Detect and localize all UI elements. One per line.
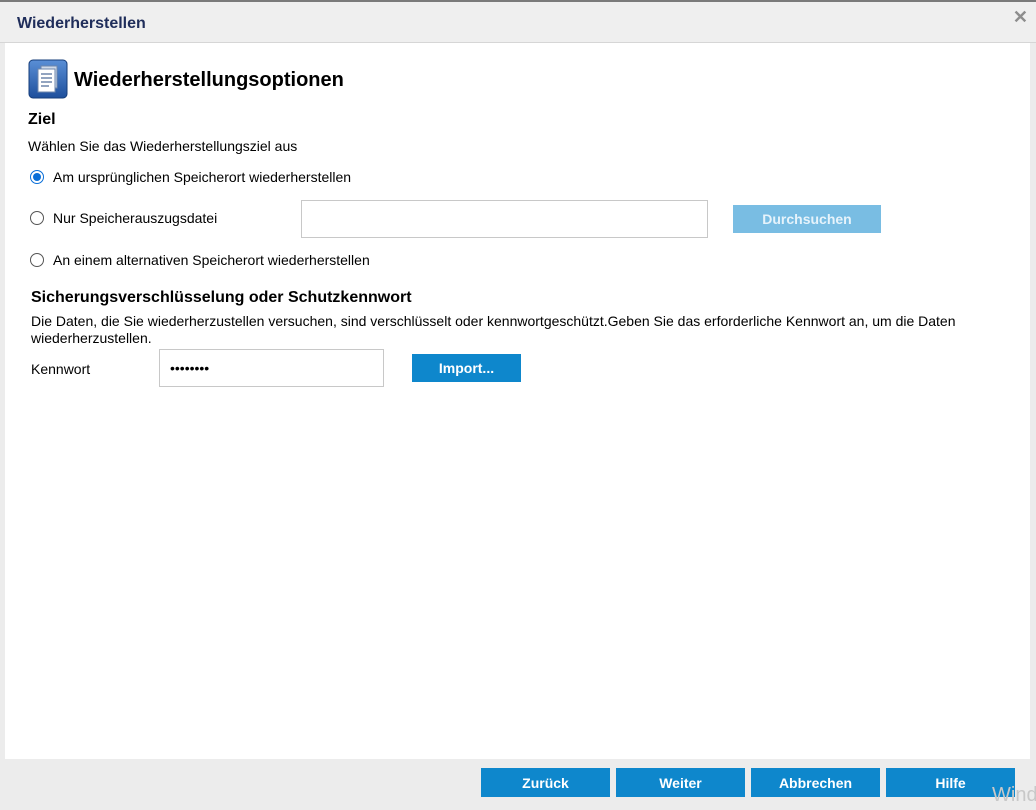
password-field[interactable]: [159, 349, 384, 387]
radio-dump-file-only[interactable]: [30, 211, 44, 225]
next-button[interactable]: Weiter: [616, 768, 745, 797]
radio-alternate-location[interactable]: [30, 253, 44, 267]
password-label: Kennwort: [31, 361, 91, 377]
import-button[interactable]: Import...: [412, 354, 521, 382]
radio-label-alternate-location: An einem alternativen Speicherort wieder…: [53, 252, 370, 268]
page-title: Wiederherstellungsoptionen: [74, 69, 344, 91]
dump-file-path-input[interactable]: [301, 200, 708, 238]
radio-original-location[interactable]: [30, 170, 44, 184]
back-button[interactable]: Zurück: [481, 768, 610, 797]
section-heading-encryption: Sicherungsverschlüsselung oder Schutzken…: [31, 289, 412, 306]
radio-row-original-location[interactable]: Am ursprünglichen Speicherort wiederhers…: [30, 169, 351, 185]
section-heading-ziel: Ziel: [28, 111, 56, 128]
dialog-title: Wiederherstellen: [17, 15, 146, 32]
browse-button[interactable]: Durchsuchen: [733, 205, 881, 233]
ziel-description: Wählen Sie das Wiederherstellungsziel au…: [28, 138, 298, 154]
close-icon[interactable]: ✕: [1013, 8, 1028, 26]
dialog-content: Wiederherstellungsoptionen Ziel Wählen S…: [5, 43, 1030, 759]
cancel-button[interactable]: Abbrechen: [751, 768, 880, 797]
encryption-description: Die Daten, die Sie wiederherzustellen ve…: [31, 313, 956, 346]
radio-label-original-location: Am ursprünglichen Speicherort wiederhers…: [53, 169, 352, 185]
windows-activation-watermark: Windo: [992, 784, 1036, 806]
radio-row-dump-file[interactable]: Nur Speicherauszugsdatei: [30, 210, 217, 226]
radio-label-dump-file: Nur Speicherauszugsdatei: [53, 210, 218, 226]
dialog-footer: Zurück Weiter Abbrechen Hilfe: [0, 759, 1036, 810]
dialog-titlebar: Wiederherstellen ✕: [0, 2, 1036, 43]
radio-row-alternate-location[interactable]: An einem alternativen Speicherort wieder…: [30, 252, 370, 268]
document-stack-icon: [28, 59, 68, 99]
